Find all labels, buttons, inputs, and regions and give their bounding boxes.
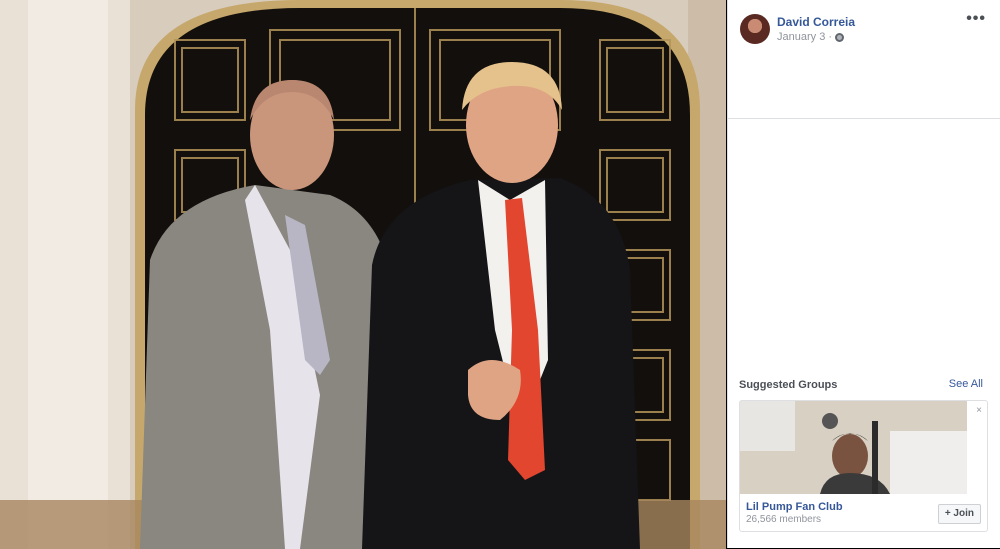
meta-separator: ·	[828, 31, 832, 43]
photo-scene	[0, 0, 726, 549]
group-cover-scene	[740, 401, 967, 494]
post-photo[interactable]	[0, 0, 726, 549]
group-cover-image[interactable]	[740, 401, 967, 494]
group-card[interactable]: × Lil Pump Fan Club 26,566 members + Joi…	[739, 400, 988, 532]
group-name[interactable]: Lil Pump Fan Club	[746, 501, 843, 513]
globe-icon[interactable]	[834, 32, 844, 42]
author-avatar[interactable]	[740, 14, 770, 44]
join-group-button[interactable]: + Join	[937, 504, 981, 524]
see-all-link[interactable]: See All	[949, 378, 983, 390]
post-header: David Correia January 3 · •••	[728, 0, 1000, 119]
group-member-count: 26,566 members	[746, 514, 822, 525]
suggested-groups-title: Suggested Groups	[739, 379, 838, 391]
post-date[interactable]: January 3	[777, 31, 825, 43]
author-name[interactable]: David Correia	[777, 15, 855, 29]
close-icon[interactable]: ×	[976, 405, 982, 416]
post-sidebar: David Correia January 3 · ••• Suggested …	[727, 0, 1000, 548]
ellipsis-icon[interactable]: •••	[966, 10, 986, 28]
post-meta: January 3 ·	[777, 31, 844, 43]
